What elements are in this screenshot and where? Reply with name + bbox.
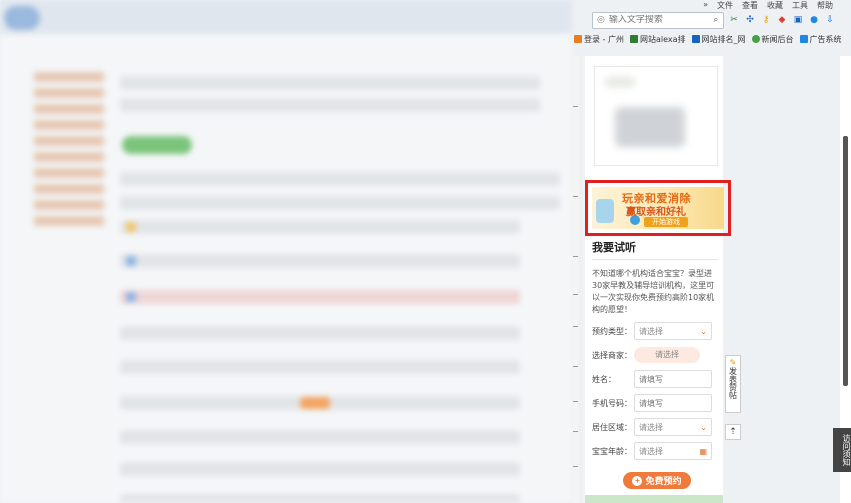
menu-file[interactable]: 文件 <box>717 0 733 10</box>
extension-icon[interactable]: ✣ <box>744 14 756 26</box>
post-float-button[interactable]: ✎ 发表赞帖 <box>725 355 741 413</box>
shield-icon[interactable]: ◆ <box>776 14 788 26</box>
site-icon <box>629 35 638 43</box>
key-icon[interactable]: ⚷ <box>760 14 772 26</box>
name-row: 姓名： <box>592 370 718 388</box>
banner-decoration <box>596 199 614 223</box>
appointment-type-select[interactable]: 请选择 ⌄ <box>634 322 712 340</box>
name-field-box <box>634 370 712 388</box>
search-icon[interactable]: ⌕ <box>713 14 719 26</box>
folder-icon <box>574 35 582 43</box>
next-section-header <box>585 495 723 503</box>
menu-help[interactable]: 帮助 <box>817 0 833 10</box>
translate-icon[interactable]: ▣ <box>792 14 804 26</box>
feedback-tab[interactable]: 访问须知 <box>833 428 851 472</box>
page-icon <box>691 35 700 43</box>
calendar-icon: ▦ <box>699 446 707 456</box>
field-label: 居住区域： <box>592 422 632 432</box>
free-appointment-button[interactable]: + 免费预约 <box>623 472 691 489</box>
menu-overflow[interactable]: » <box>703 0 708 10</box>
baby-age-row: 宝宝年龄： 请选择 ▦ <box>592 442 718 460</box>
chat-icon[interactable]: ● <box>808 14 820 26</box>
phone-field-box <box>634 394 712 412</box>
field-label: 预约类型： <box>592 326 632 336</box>
screenshot-icon[interactable]: ✂ <box>728 14 740 26</box>
favorite-login[interactable]: 登录 - 广州 <box>574 34 624 45</box>
field-label: 手机号码： <box>592 398 632 408</box>
area-row: 居住区域： 请选择 ⌄ <box>592 418 718 436</box>
merchant-select-button[interactable]: 请选择 <box>634 347 700 363</box>
download-icon[interactable]: ⇩ <box>824 14 836 26</box>
start-game-button[interactable]: 开始游戏 <box>644 217 688 227</box>
blurred-page-content <box>0 0 572 503</box>
field-label: 宝宝年龄： <box>592 446 632 456</box>
favorite-rank[interactable]: 网站排名_网 <box>691 34 746 45</box>
favorite-ad-system[interactable]: 广告系统 <box>799 34 842 45</box>
leaf-icon <box>751 35 760 43</box>
highlight-frame: 玩亲和爱消除 赢取亲和好礼 开始游戏 <box>585 180 731 236</box>
merchant-row: 选择商家： 请选择 <box>592 346 718 364</box>
pencil-icon: ✎ <box>729 358 737 367</box>
baby-age-select[interactable]: 请选择 ▦ <box>634 442 712 460</box>
page-scrollbar[interactable] <box>572 56 579 503</box>
appointment-type-row: 预约类型： 请选择 ⌄ <box>592 322 718 340</box>
search-input[interactable] <box>608 15 709 25</box>
side-column: 玩亲和爱消除 赢取亲和好礼 开始游戏 我要试听 不知道哪个机构适合宝宝？录型进3… <box>585 56 731 503</box>
trial-description: 不知道哪个机构适合宝宝？录型进30家早教及辅导培训机构，这里可以一次实现你免费预… <box>592 269 715 314</box>
banner-subtitle: 赢取亲和好礼 <box>626 207 686 218</box>
trial-form: 我要试听 不知道哪个机构适合宝宝？录型进30家早教及辅导培训机构，这里可以一次实… <box>592 236 718 489</box>
menu-view[interactable]: 查看 <box>742 0 758 10</box>
scrollbar-thumb[interactable] <box>843 136 848 386</box>
field-label: 选择商家： <box>592 350 632 360</box>
page-icon <box>799 35 808 43</box>
favorite-news-admin[interactable]: 新闻后台 <box>751 34 794 45</box>
trial-title: 我要试听 <box>592 239 718 260</box>
menu-favorites[interactable]: 收藏 <box>767 0 783 10</box>
game-banner[interactable]: 玩亲和爱消除 赢取亲和好礼 开始游戏 <box>592 187 724 229</box>
plus-icon: + <box>632 475 643 486</box>
chevron-down-icon: ⌄ <box>700 326 707 336</box>
browser-menubar: » 文件 查看 收藏 工具 帮助 <box>572 0 851 10</box>
post-label: 发表赞帖 <box>728 367 738 399</box>
phone-row: 手机号码： <box>592 394 718 412</box>
search-box[interactable]: ◎ ⌕ <box>592 11 724 29</box>
name-field[interactable] <box>639 374 699 384</box>
favorites-bar: 登录 - 广州 网站alexa排 网站排名_网 新闻后台 广告系统 <box>572 30 851 48</box>
field-label: 姓名： <box>592 374 616 384</box>
browser-toolbar: ◎ ⌕ ✂ ✣ ⚷ ◆ ▣ ● ⇩ <box>572 10 851 30</box>
area-select[interactable]: 请选择 ⌄ <box>634 418 712 436</box>
search-engine-icon[interactable]: ◎ <box>597 14 605 26</box>
back-to-top-button[interactable]: ⇡ <box>725 424 741 440</box>
chevron-down-icon: ⌄ <box>700 422 707 432</box>
favorite-alexa[interactable]: 网站alexa排 <box>629 34 686 45</box>
blurred-ad[interactable] <box>594 66 718 166</box>
phone-field[interactable] <box>639 398 699 408</box>
menu-tools[interactable]: 工具 <box>792 0 808 10</box>
